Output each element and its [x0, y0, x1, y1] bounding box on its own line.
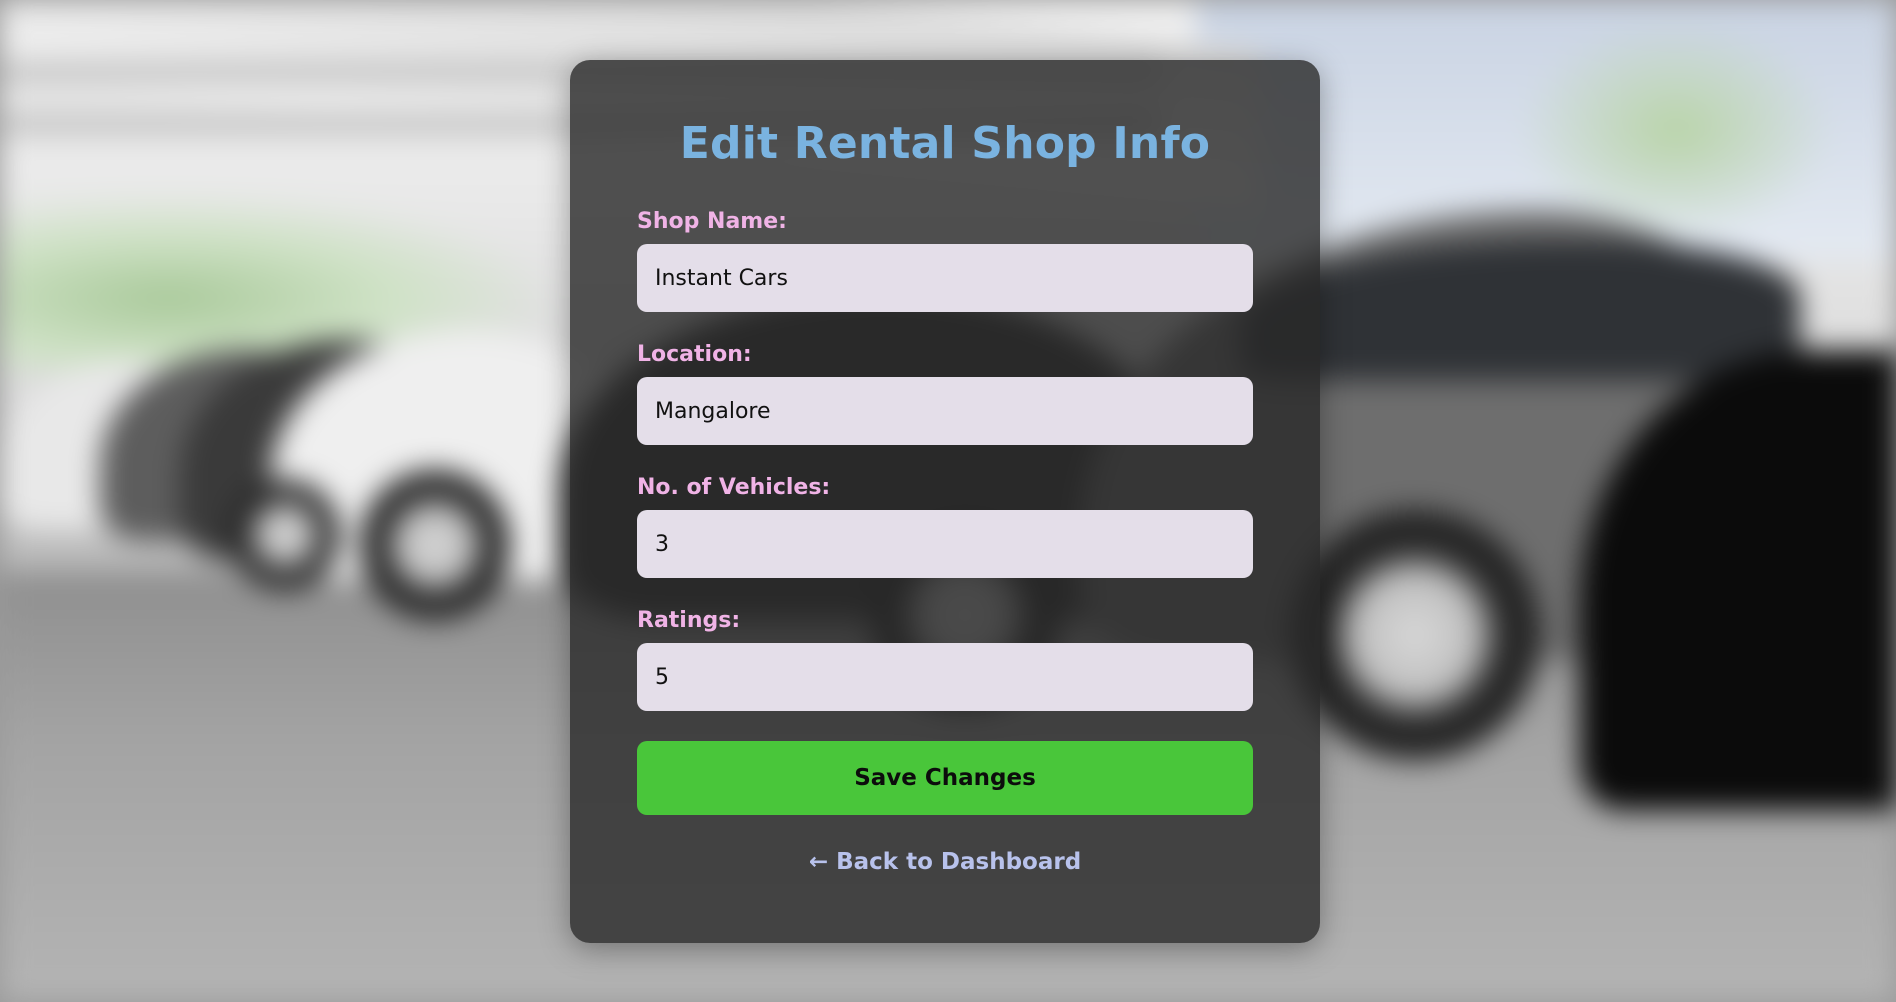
save-changes-button[interactable]: Save Changes [637, 741, 1253, 815]
background-wheel [230, 480, 340, 590]
vehicle-count-label: No. of Vehicles: [637, 475, 831, 500]
page-title: Edit Rental Shop Info [679, 118, 1211, 169]
background-wheel [1290, 510, 1540, 760]
background-wheel [360, 470, 510, 620]
edit-shop-form-card: Edit Rental Shop Info Shop Name: Locatio… [570, 60, 1320, 943]
ratings-input[interactable] [637, 643, 1253, 711]
back-to-dashboard-link[interactable]: ← Back to Dashboard [637, 849, 1253, 875]
location-label: Location: [637, 342, 752, 367]
background-trees [1516, 20, 1836, 240]
ratings-label: Ratings: [637, 608, 741, 633]
shop-name-input[interactable] [637, 244, 1253, 312]
vehicle-count-input[interactable] [637, 510, 1253, 578]
shop-name-label: Shop Name: [637, 209, 787, 234]
location-input[interactable] [637, 377, 1253, 445]
